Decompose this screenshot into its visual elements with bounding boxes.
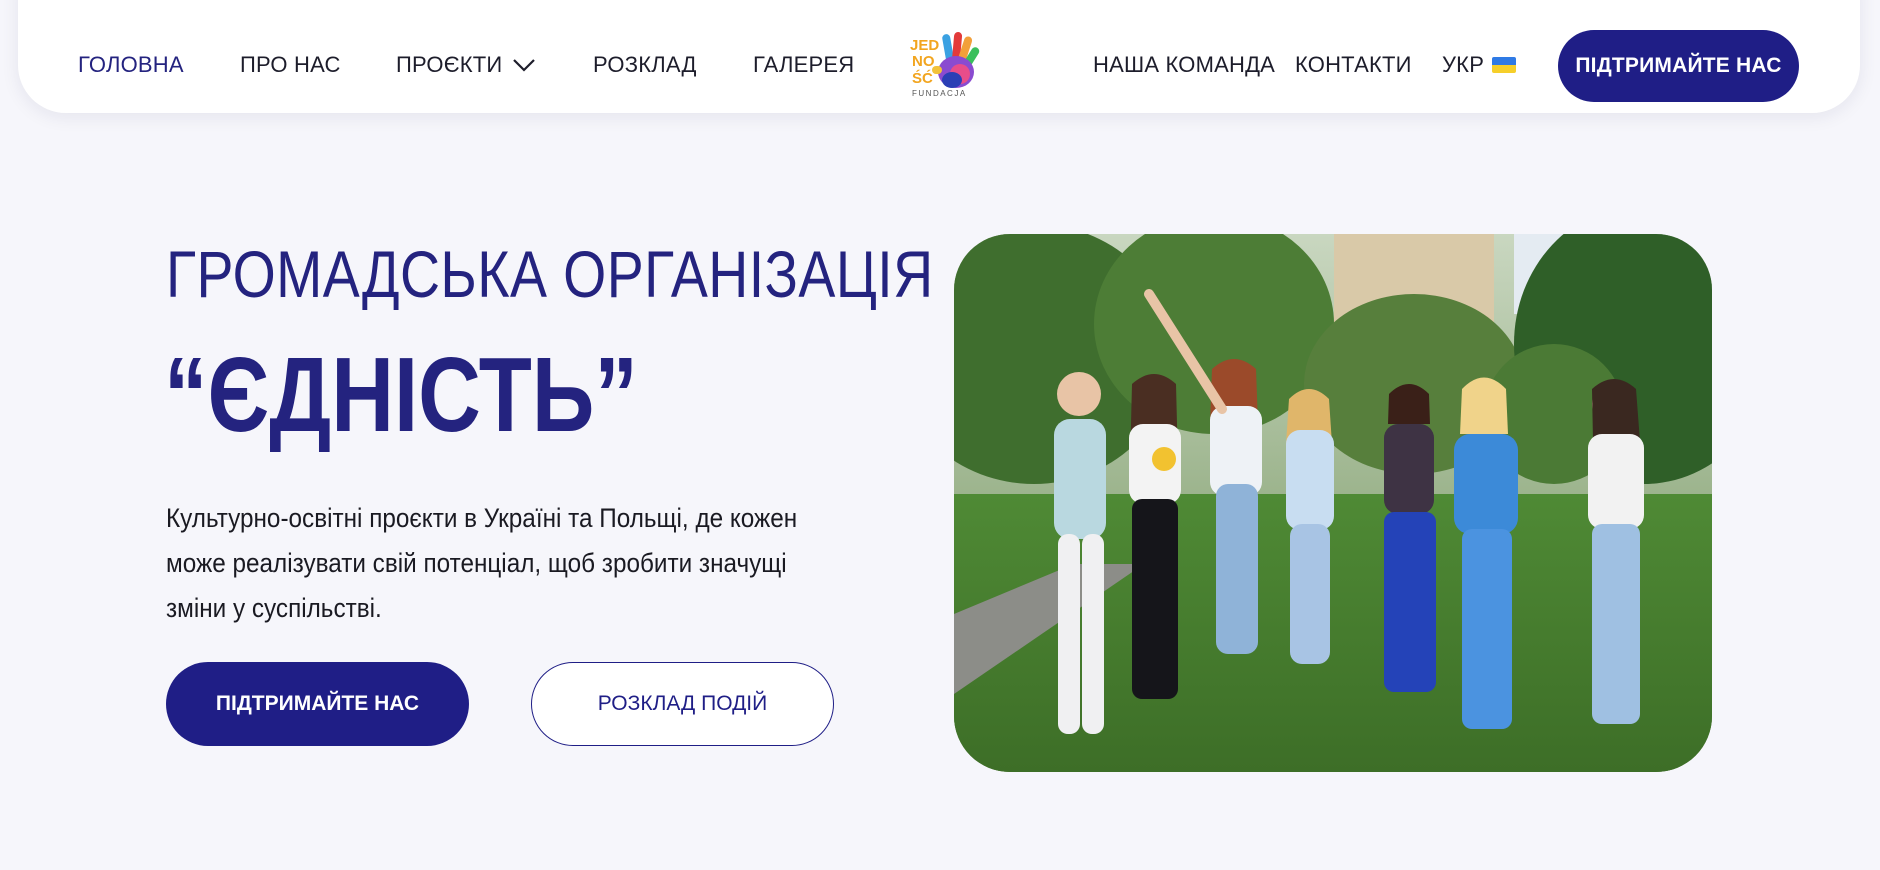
support-button-hero[interactable]: Підтримайте нас — [166, 662, 469, 746]
nav-about[interactable]: Про нас — [240, 52, 341, 78]
hero-team-photo — [954, 234, 1712, 772]
language-selector[interactable]: УКР — [1442, 52, 1517, 78]
nav-projects-label: Проєкти — [396, 52, 503, 77]
svg-text:FUNDACJA: FUNDACJA — [912, 89, 967, 98]
chevron-down-icon — [513, 59, 536, 72]
site-header: Головна Про нас Проєкти Розклад Галерея … — [18, 0, 1860, 113]
nav-home[interactable]: Головна — [78, 52, 184, 78]
svg-text:NO: NO — [912, 53, 935, 70]
events-schedule-button[interactable]: Розклад подій — [531, 662, 834, 746]
nav-projects[interactable]: Проєкти — [396, 52, 536, 78]
nav-contacts[interactable]: Контакти — [1295, 52, 1412, 78]
hero-organization-name: “ЄДНІСТЬ” — [164, 336, 638, 454]
hand-logo-icon: JED NO ŚĆ FUNDACJA — [910, 32, 980, 98]
nav-schedule[interactable]: Розклад — [593, 52, 697, 78]
hero-title: ГРОМАДСЬКА ОРГАНІЗАЦІЯ — [166, 237, 934, 311]
hero-description: Культурно-освітні проєкти в Україні та П… — [166, 503, 798, 623]
svg-text:ŚĆ: ŚĆ — [912, 69, 933, 87]
nav-gallery[interactable]: Галерея — [753, 52, 854, 78]
ukraine-flag-icon — [1492, 57, 1517, 73]
nav-team[interactable]: Наша команда — [1093, 52, 1275, 78]
svg-text:JED: JED — [910, 37, 939, 54]
language-label: УКР — [1442, 52, 1485, 77]
logo[interactable]: JED NO ŚĆ FUNDACJA — [906, 28, 986, 108]
support-button-header[interactable]: Підтримайте нас — [1558, 30, 1799, 102]
